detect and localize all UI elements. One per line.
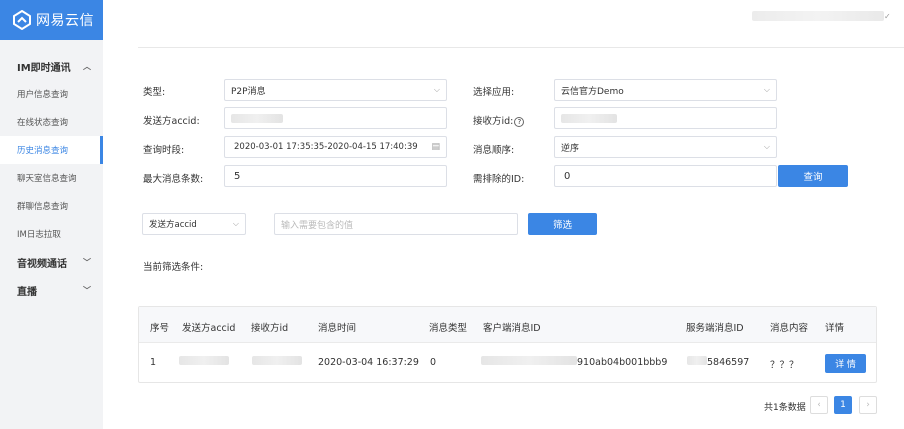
sidebar-item-chatroom-info[interactable]: 聊天室信息查询 [0, 164, 103, 192]
current-filter-label: 当前筛选条件: [143, 262, 204, 273]
help-icon[interactable]: ? [514, 116, 525, 127]
sidebar: 网易云信 IM即时通讯 ︿ 用户信息查询 在线状态查询 历史消息查询 聊天室信息… [0, 0, 103, 429]
results-table: 序号 发送方accid 接收方id 消息时间 消息类型 客户端消息ID 服务端消… [138, 306, 877, 383]
chevron-left-icon: ‹ [817, 400, 821, 410]
th-content: 消息内容 [770, 323, 809, 334]
cell-client-id-redacted [481, 356, 577, 365]
cell-server-id: 5846597 [707, 357, 750, 368]
user-account-redacted[interactable] [752, 11, 884, 21]
time-start: 2020-03-01 17:35:35 [234, 142, 325, 152]
query-button[interactable]: 查询 [778, 165, 848, 187]
next-page-button[interactable]: › [859, 396, 877, 414]
receiver-id-input[interactable] [554, 107, 777, 129]
time-range-picker[interactable]: 2020-03-01 17:35:35-2020-04-15 17:40:39 … [224, 136, 447, 158]
sender-accid-input[interactable] [224, 107, 447, 129]
cell-client-id: 910ab04b001bbb9 [577, 357, 668, 368]
filter-field-select[interactable]: 发送方accid ⌵ [142, 213, 246, 235]
pagination-total: 共1条数据 [764, 403, 806, 413]
sidebar-group-label: 音视频通话 [17, 258, 67, 270]
max-count-label: 最大消息条数: [143, 174, 204, 185]
sidebar-item-history-messages[interactable]: 历史消息查询 [0, 136, 103, 164]
sidebar-group-label: IM即时通讯 [17, 62, 71, 74]
sidebar-item-online-status[interactable]: 在线状态查询 [0, 108, 103, 136]
cell-receiver-redacted [252, 356, 302, 365]
max-count-input[interactable]: 5 [224, 165, 447, 187]
sidebar-menu: IM即时通讯 ︿ 用户信息查询 在线状态查询 历史消息查询 聊天室信息查询 群聊… [0, 52, 103, 304]
th-index: 序号 [150, 323, 170, 334]
logo-text: 网易云信 [36, 13, 94, 29]
sender-label: 发送方accid: [143, 116, 200, 127]
cell-time: 2020-03-04 16:37:29 [318, 357, 419, 368]
filter-button[interactable]: 筛选 [528, 213, 597, 235]
detail-button[interactable]: 详 情 [825, 354, 866, 373]
sidebar-group-av-call[interactable]: 音视频通话 ﹀ [0, 248, 103, 276]
prev-page-button[interactable]: ‹ [810, 396, 828, 414]
time-end: 2020-04-15 17:40:39 [327, 142, 418, 152]
cell-sender-redacted [179, 356, 229, 365]
th-server-id: 服务端消息ID [686, 323, 744, 334]
time-range-value: 2020-03-01 17:35:35-2020-04-15 17:40:39 [234, 142, 427, 152]
sender-accid-redacted [231, 113, 283, 123]
exclude-id-label: 需排除的ID: [473, 174, 525, 185]
cell-server-id-redacted [687, 356, 707, 365]
chevron-down-icon: ⌵ [763, 142, 770, 151]
netease-yunxin-logo-icon [13, 10, 31, 30]
filter-field-value: 发送方accid [149, 220, 197, 230]
type-select-value: P2P消息 [231, 86, 266, 97]
exclude-id-value: 0 [564, 170, 571, 182]
time-label: 查询时段: [143, 145, 185, 156]
order-select-value: 逆序 [561, 143, 580, 154]
receiver-label: 接收方id:? [473, 113, 525, 127]
th-client-id: 客户端消息ID [483, 323, 541, 334]
order-label: 消息顺序: [473, 145, 515, 156]
app-label: 选择应用: [473, 87, 515, 98]
sidebar-item-im-logs[interactable]: IM日志拉取 [0, 220, 103, 248]
type-label: 类型: [143, 87, 166, 98]
sidebar-item-group-info[interactable]: 群聊信息查询 [0, 192, 103, 220]
logo[interactable]: 网易云信 [0, 0, 103, 40]
max-count-value: 5 [234, 170, 241, 182]
chevron-up-icon: ︿ [83, 61, 91, 71]
calendar-icon: ▤ [431, 142, 440, 152]
order-select[interactable]: 逆序 ⌵ [554, 136, 777, 158]
filter-value-input[interactable]: 输入需要包含的值 [274, 213, 518, 235]
sidebar-group-im[interactable]: IM即时通讯 ︿ [0, 52, 103, 80]
sidebar-item-user-info[interactable]: 用户信息查询 [0, 80, 103, 108]
chevron-down-icon: ⌵ [763, 85, 770, 94]
chevron-down-icon: ﹀ [83, 285, 91, 295]
app-select-value: 云信官方Demo [561, 86, 624, 97]
page-1-button[interactable]: 1 [834, 396, 852, 414]
sidebar-group-label: 直播 [17, 286, 37, 298]
receiver-label-text: 接收方id: [473, 116, 514, 127]
cell-content: ？？？ [770, 360, 799, 371]
th-receiver: 接收方id [251, 323, 289, 334]
th-time: 消息时间 [318, 323, 357, 334]
exclude-id-input[interactable]: 0 [554, 165, 777, 187]
th-sender: 发送方accid [182, 323, 236, 334]
app-select[interactable]: 云信官方Demo ⌵ [554, 79, 777, 101]
cell-type: 0 [430, 357, 437, 368]
th-type: 消息类型 [429, 323, 468, 334]
chevron-down-icon: ⌵ [433, 85, 440, 94]
chevron-down-icon: ﹀ [83, 257, 91, 267]
account-caret-icon[interactable]: ✓ [884, 12, 891, 21]
chevron-right-icon: › [866, 400, 870, 410]
cell-index: 1 [150, 357, 157, 368]
type-select[interactable]: P2P消息 ⌵ [224, 79, 447, 101]
th-detail: 详情 [825, 323, 845, 334]
receiver-id-redacted [561, 113, 617, 123]
chevron-down-icon: ⌵ [232, 219, 239, 228]
filter-value-placeholder: 输入需要包含的值 [281, 220, 354, 231]
header-divider [138, 47, 904, 48]
sidebar-group-live[interactable]: 直播 ﹀ [0, 276, 103, 304]
